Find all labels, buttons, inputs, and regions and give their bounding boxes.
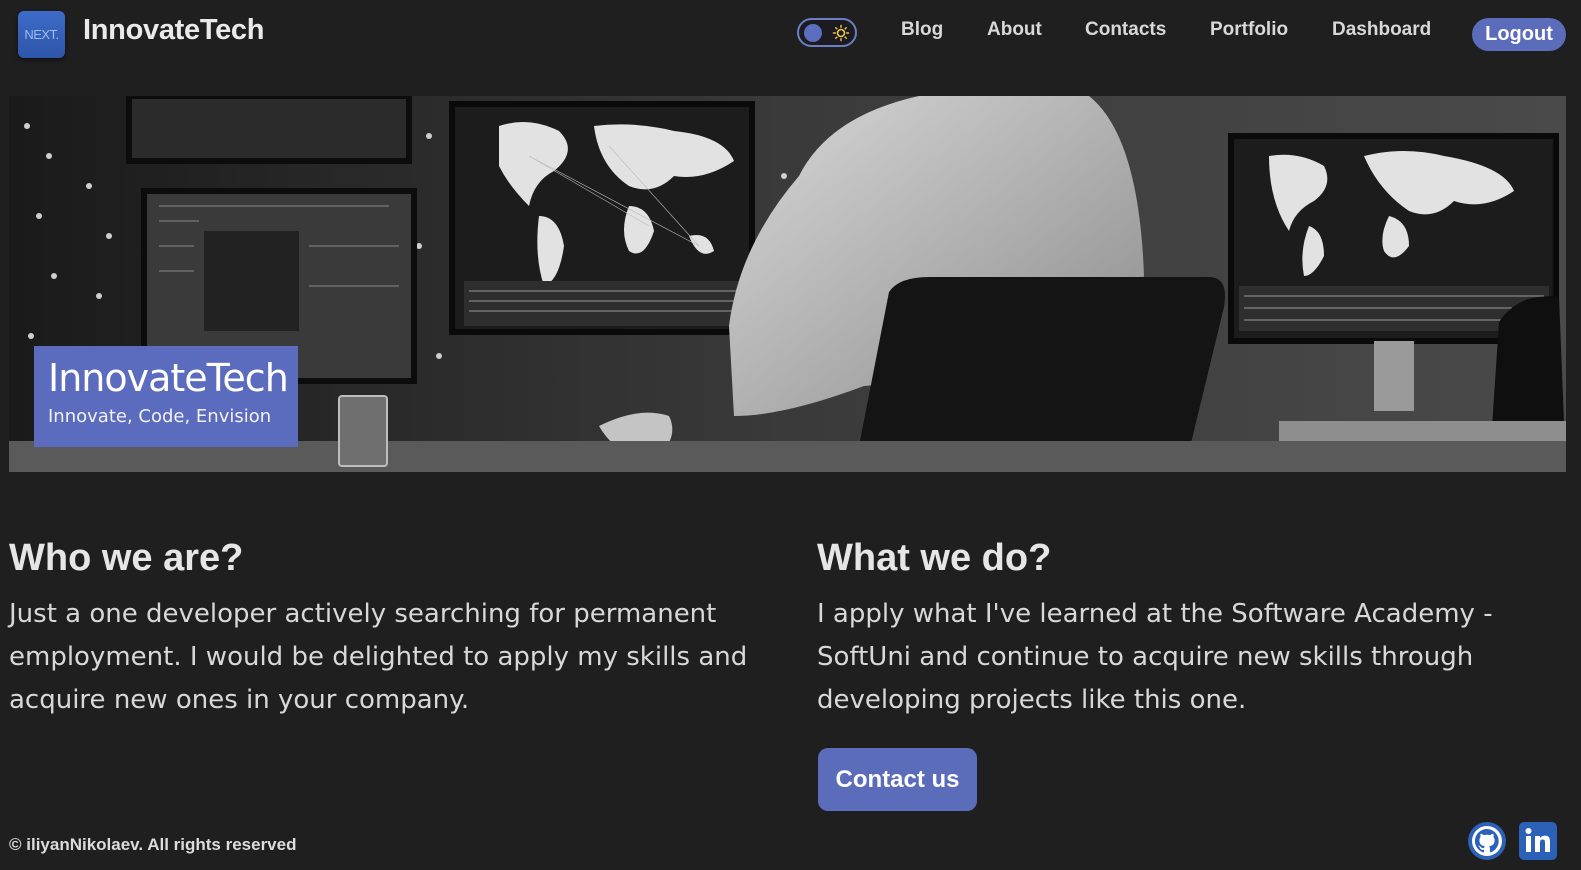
logo[interactable]: NEXT. bbox=[18, 11, 65, 58]
what-we-do-text: I apply what I've learned at the Softwar… bbox=[817, 599, 1493, 715]
copyright-text: © iliyanNikolaev. All rights reserved bbox=[9, 835, 297, 854]
hero-subtitle: Innovate, Code, Envision bbox=[48, 406, 272, 427]
theme-toggle[interactable] bbox=[797, 18, 857, 47]
hero-banner: InnovateTech Innovate, Code, Envision bbox=[9, 96, 1566, 472]
sun-icon bbox=[832, 24, 850, 42]
contact-us-button[interactable]: Contact us bbox=[818, 748, 977, 811]
logo-text: NEXT. bbox=[24, 27, 59, 42]
toggle-knob bbox=[804, 24, 822, 42]
brand-name[interactable]: InnovateTech bbox=[83, 14, 264, 47]
what-we-do-section: What we do? I apply what I've learned at… bbox=[817, 536, 1537, 722]
logout-button[interactable]: Logout bbox=[1472, 18, 1566, 51]
who-we-are-text: Just a one developer actively searching … bbox=[9, 599, 748, 715]
nav-link-portfolio[interactable]: Portfolio bbox=[1210, 19, 1288, 41]
nav-link-dashboard[interactable]: Dashboard bbox=[1332, 19, 1431, 41]
linkedin-icon[interactable] bbox=[1518, 821, 1558, 861]
what-we-do-heading: What we do? bbox=[817, 537, 1052, 579]
hero-title: InnovateTech bbox=[48, 356, 289, 400]
nav-link-blog[interactable]: Blog bbox=[901, 19, 943, 41]
navbar: NEXT. InnovateTech Blog About Contacts P… bbox=[0, 0, 1581, 68]
nav-link-about[interactable]: About bbox=[987, 19, 1042, 41]
who-we-are-section: Who we are? Just a one developer activel… bbox=[9, 536, 749, 722]
nav-link-contacts[interactable]: Contacts bbox=[1085, 19, 1166, 41]
who-we-are-heading: Who we are? bbox=[9, 537, 244, 579]
github-icon[interactable] bbox=[1467, 821, 1507, 861]
hero-caption: InnovateTech Innovate, Code, Envision bbox=[34, 346, 298, 447]
